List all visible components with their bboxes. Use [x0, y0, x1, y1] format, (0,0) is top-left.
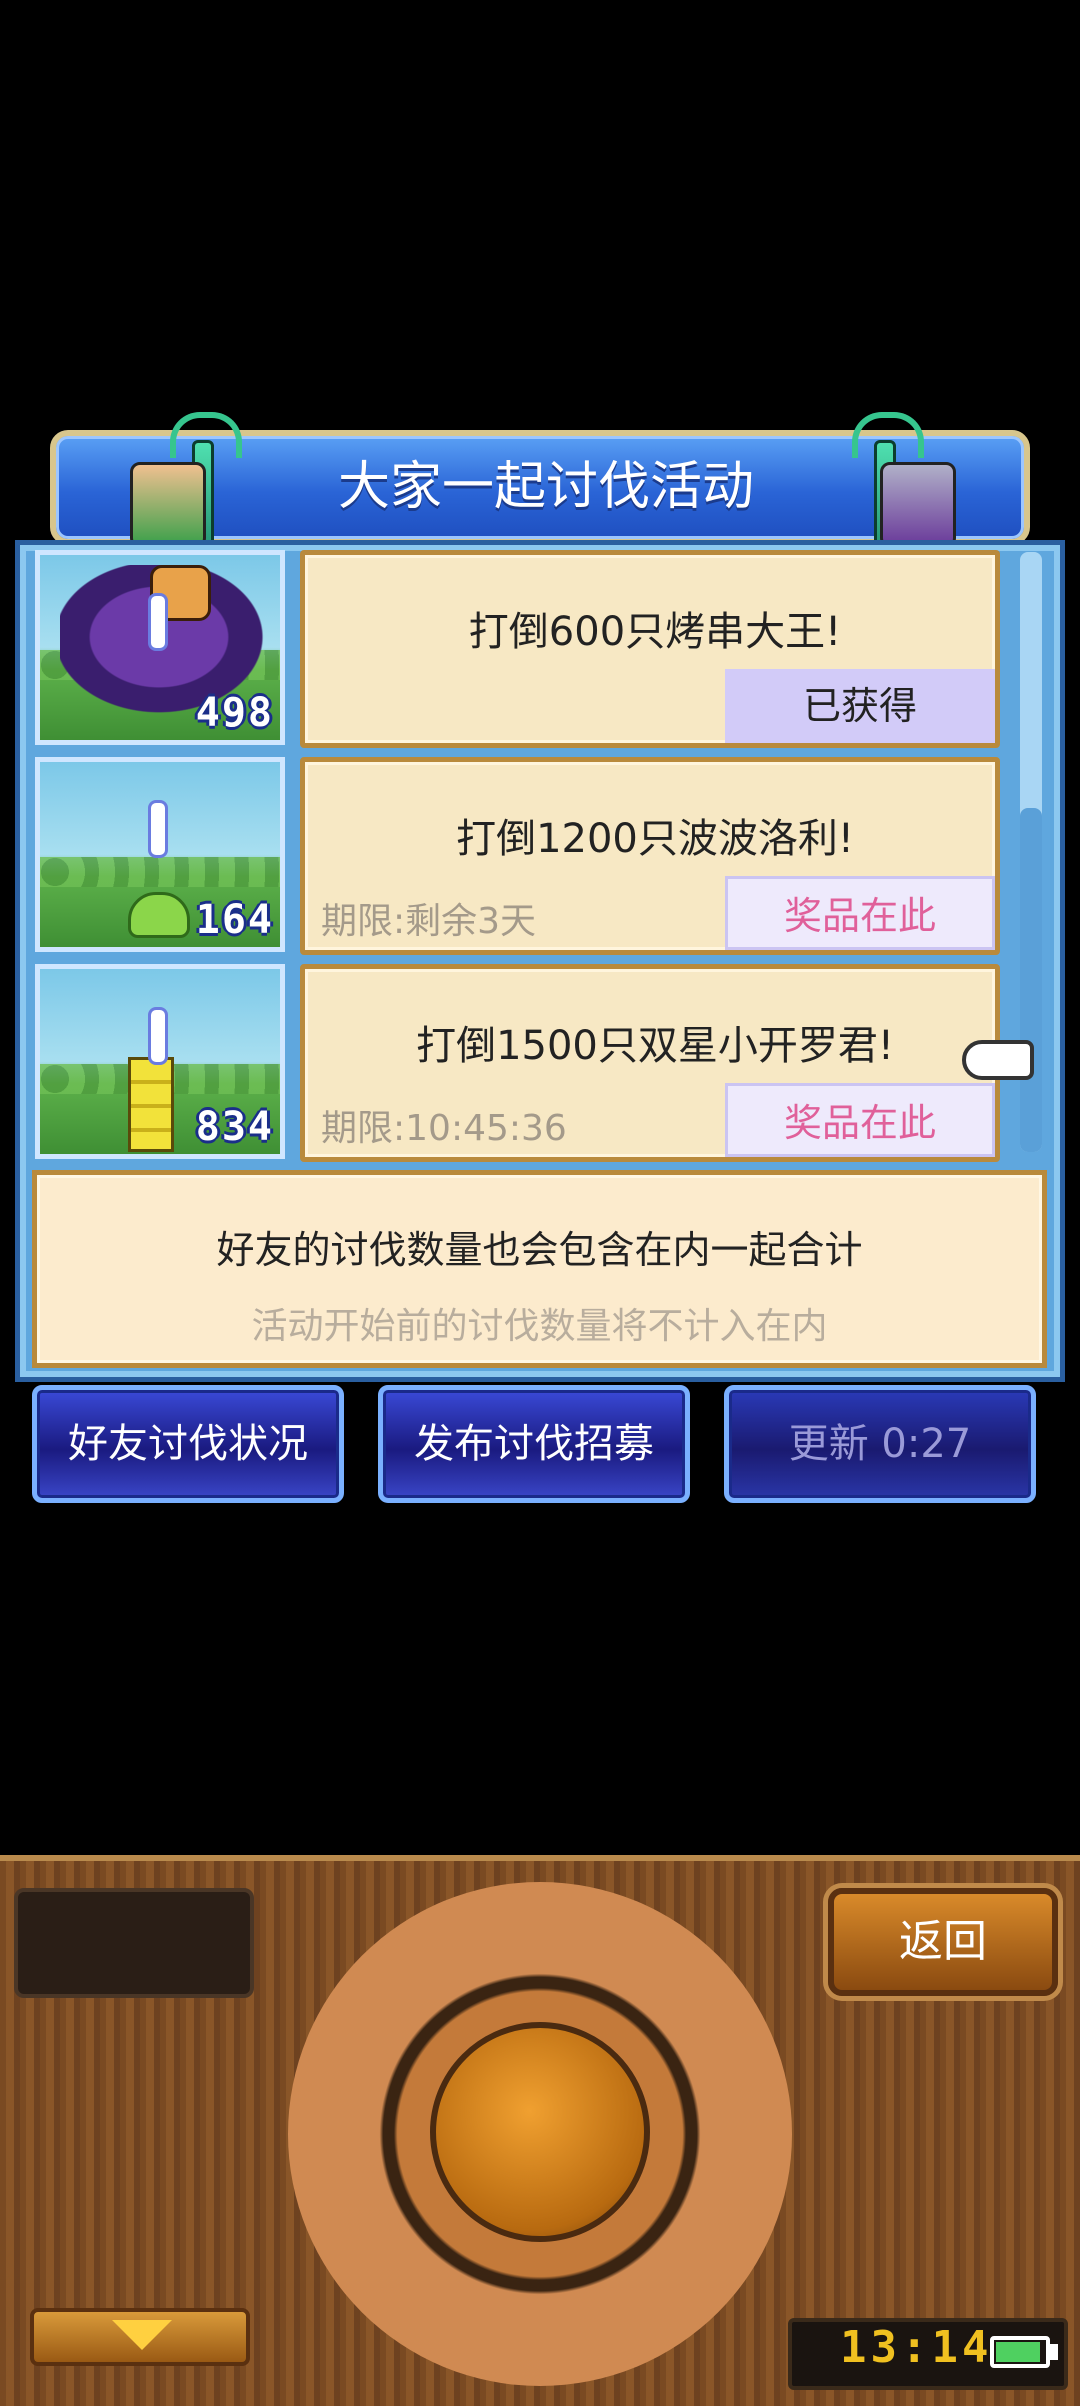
mini-screen [14, 1888, 254, 1998]
defeat-count: 164 [195, 897, 274, 943]
quest-thumbnail: 498 [35, 550, 285, 745]
note-sub-text: 活动开始前的讨伐数量将不计入在内 [251, 1306, 828, 1347]
arrow-down-icon [112, 2320, 172, 2350]
exclamation-icon [148, 593, 168, 651]
quest-card: 打倒600只烤串大王! 已获得 [300, 550, 1000, 748]
exclamation-icon [148, 1007, 168, 1065]
pointing-hand-icon [962, 1040, 1034, 1080]
quest-card: 打倒1200只波波洛利! 期限:剩余3天 奖品在此 [300, 757, 1000, 955]
back-button[interactable]: 返回 [828, 1888, 1058, 1996]
hero-right-icon [880, 462, 956, 548]
battery-tip [1050, 2344, 1058, 2360]
quest-title: 打倒1500只双星小开罗君! [416, 1023, 894, 1069]
quest-card: 打倒1500只双星小开罗君! 期限:10:45:36 奖品在此 [300, 964, 1000, 1162]
reward-claimed-button[interactable]: 已获得 [725, 669, 995, 743]
hero-left-icon [130, 462, 206, 548]
defeat-count: 834 [195, 1104, 274, 1150]
quest-title: 打倒1200只波波洛利! [456, 816, 854, 862]
battery-level [996, 2342, 1040, 2362]
note-main-text: 好友的讨伐数量也会包含在内一起合计 [216, 1228, 863, 1272]
refresh-button[interactable]: 更新 0:27 [724, 1385, 1036, 1503]
monster-twin-star-icon [128, 1057, 174, 1152]
friend-status-button[interactable]: 好友讨伐状况 [32, 1385, 344, 1503]
scrollbar-thumb[interactable] [1020, 808, 1042, 1152]
quest-thumbnail: 164 [35, 757, 285, 952]
dpad-center-button[interactable] [430, 2022, 650, 2242]
defeat-count: 498 [195, 690, 274, 736]
quest-deadline: 期限:10:45:36 [321, 1108, 567, 1149]
reward-here-button[interactable]: 奖品在此 [725, 876, 995, 950]
monster-slime-icon [128, 892, 190, 938]
exclamation-icon [148, 800, 168, 858]
clock-time: 13:14 [840, 2322, 993, 2373]
info-note: 好友的讨伐数量也会包含在内一起合计 活动开始前的讨伐数量将不计入在内 [32, 1170, 1047, 1368]
reward-here-button[interactable]: 奖品在此 [725, 1083, 995, 1157]
post-recruit-button[interactable]: 发布讨伐招募 [378, 1385, 690, 1503]
quest-title: 打倒600只烤串大王! [468, 609, 842, 655]
quest-thumbnail: 834 [35, 964, 285, 1159]
quest-deadline: 期限:剩余3天 [321, 901, 537, 942]
